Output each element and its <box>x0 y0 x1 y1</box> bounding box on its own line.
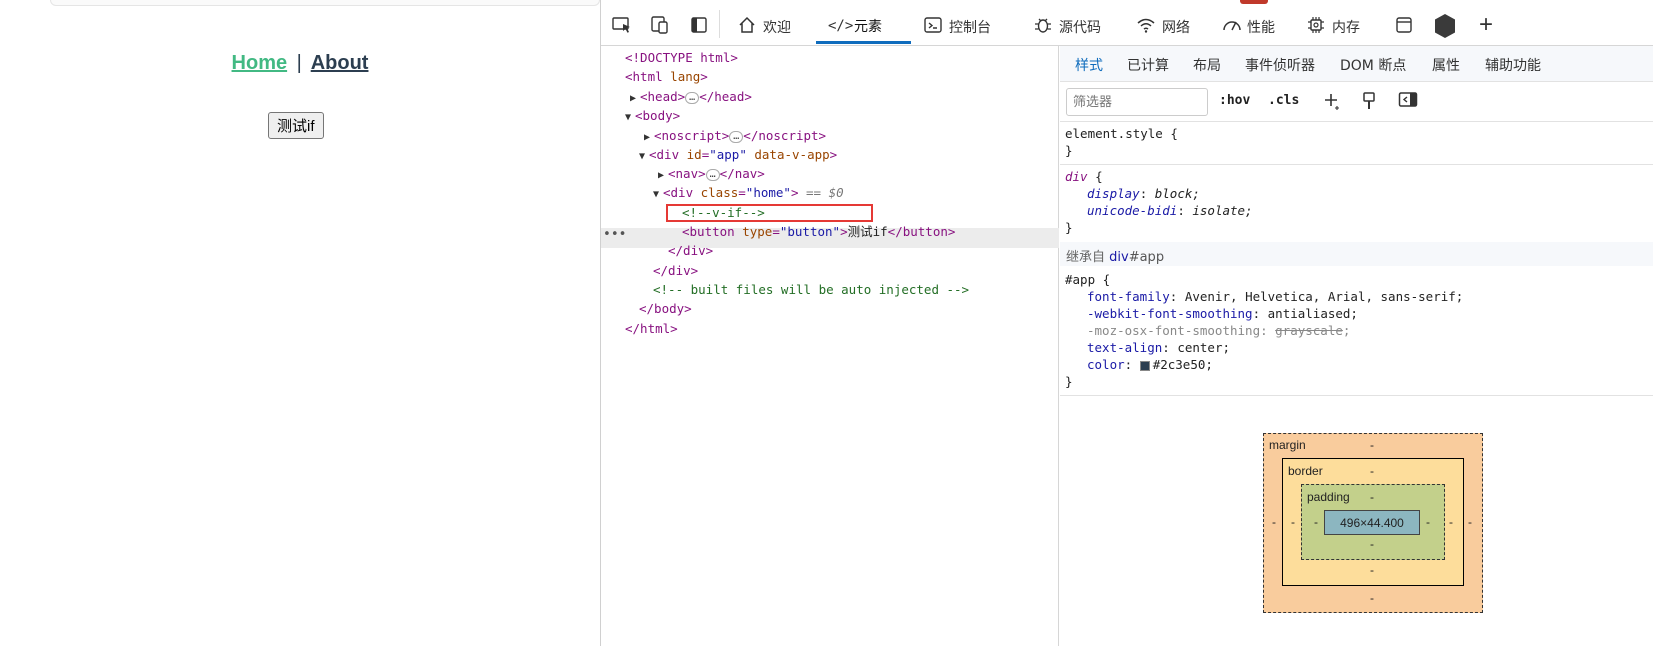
code-icon: </> <box>828 17 854 34</box>
css-property[interactable]: -webkit-font-smoothing: antialiased; <box>1087 305 1358 322</box>
dom-head[interactable]: ▶ <head>… </head> <box>630 87 752 106</box>
dom-nav[interactable]: ▶ <nav>… </nav> <box>658 164 765 183</box>
styles-filter-bar: :hov .cls <box>1060 82 1653 122</box>
dom-body-close[interactable]: </body> <box>639 299 692 318</box>
hov-toggle[interactable]: :hov <box>1219 93 1250 108</box>
css-property[interactable]: color: #2c3e50; <box>1087 356 1213 373</box>
tab-sources[interactable]: 源代码 <box>1033 10 1101 44</box>
add-tab-icon[interactable]: + <box>1475 11 1497 38</box>
css-property[interactable]: text-align: center; <box>1087 339 1230 356</box>
dom-body[interactable]: ▼ <body> <box>625 106 680 125</box>
test-if-button[interactable]: 测试if <box>268 112 324 139</box>
subtab-event-listeners[interactable]: 事件侦听器 <box>1245 55 1315 75</box>
annotation-highlight-box <box>666 204 873 222</box>
gauge-icon <box>1221 16 1241 38</box>
tab-welcome[interactable]: 欢迎 <box>737 10 791 44</box>
row-more-icon[interactable]: ••• <box>603 227 626 242</box>
device-emulation-icon[interactable] <box>649 14 671 36</box>
css-property[interactable]: display: block; <box>1087 185 1200 202</box>
dom-noscript[interactable]: ▶ <noscript>… </noscript> <box>644 126 826 145</box>
box-model-content[interactable]: 496×44.400 <box>1324 510 1420 535</box>
address-bar-edge <box>50 0 600 6</box>
about-link[interactable]: About <box>311 52 369 74</box>
page-viewport: Home | About 测试if <box>0 0 601 646</box>
styles-subtabs: 样式 已计算 布局 事件侦听器 DOM 断点 属性 辅助功能 <box>1060 46 1653 82</box>
dom-div-app[interactable]: ▼ <div id="app" data-v-app> <box>639 145 837 164</box>
css-property[interactable]: unicode-bidi: isolate; <box>1087 202 1253 219</box>
bug-icon <box>1033 16 1053 38</box>
ellipsis-icon[interactable]: … <box>705 168 720 181</box>
styles-pane: 样式 已计算 布局 事件侦听器 DOM 断点 属性 辅助功能 :hov .cls… <box>1060 46 1653 646</box>
dom-html[interactable]: <html lang> <box>625 67 708 86</box>
ellipsis-icon[interactable]: … <box>729 130 744 143</box>
css-property-disabled[interactable]: -moz-osx-font-smoothing: grayscale; <box>1087 322 1350 339</box>
notification-badge <box>1240 0 1268 4</box>
dom-doctype[interactable]: <!DOCTYPE html> <box>625 48 738 67</box>
tab-console[interactable]: 控制台 <box>923 10 991 44</box>
tab-elements[interactable]: </> 元素 <box>816 10 911 44</box>
collapse-triangle-icon[interactable]: ▼ <box>625 108 635 127</box>
console-icon <box>923 16 943 38</box>
chip-icon <box>1306 16 1326 38</box>
dom-div-home[interactable]: ▼ <div class="home"> == $0 <box>653 183 844 202</box>
paint-brush-icon[interactable] <box>1360 91 1378 116</box>
dom-button[interactable]: <button type="button">测试if</button> <box>682 222 955 241</box>
subtab-properties[interactable]: 属性 <box>1432 55 1460 75</box>
nav-separator: | <box>296 52 302 74</box>
rule-app: #app { font-family: Avenir, Helvetica, A… <box>1065 272 1464 389</box>
new-rule-icon[interactable] <box>1322 91 1342 116</box>
subtab-accessibility[interactable]: 辅助功能 <box>1485 55 1541 75</box>
site-nav: Home | About <box>0 52 600 75</box>
inspect-element-icon[interactable] <box>611 14 633 36</box>
ellipsis-icon[interactable]: … <box>685 91 700 104</box>
dom-div-close[interactable]: </div> <box>668 241 713 260</box>
inherited-link[interactable]: div <box>1109 250 1129 265</box>
dom-div-close[interactable]: </div> <box>653 261 698 280</box>
color-swatch[interactable] <box>1139 360 1150 371</box>
subtab-computed[interactable]: 已计算 <box>1127 55 1169 75</box>
collapse-triangle-icon[interactable]: ▼ <box>639 147 649 166</box>
dock-side-icon[interactable] <box>688 14 710 36</box>
window-icon[interactable] <box>1393 14 1415 36</box>
devtools-tabbar: 欢迎 </> 元素 控制台 源代码 网络 性能 内存 + <box>601 0 1653 46</box>
rule-div: div { display: block; unicode-bidi: isol… <box>1065 169 1253 235</box>
elements-tree: ••• <!DOCTYPE html> <html lang> ▶ <head>…… <box>601 46 1059 646</box>
tab-performance[interactable]: 性能 <box>1221 10 1275 44</box>
tab-network[interactable]: 网络 <box>1136 10 1190 44</box>
devtools-panel: 欢迎 </> 元素 控制台 源代码 网络 性能 内存 + ••• <!DOCTY… <box>601 0 1653 646</box>
css-property[interactable]: font-family: Avenir, Helvetica, Arial, s… <box>1087 288 1463 305</box>
wifi-icon <box>1136 16 1156 38</box>
tab-memory[interactable]: 内存 <box>1306 10 1360 44</box>
inherited-from-header: 继承自 div#app <box>1060 242 1653 266</box>
dom-html-close[interactable]: </html> <box>625 319 678 338</box>
selected-marker: == $0 <box>798 185 844 200</box>
home-link[interactable]: Home <box>232 52 288 74</box>
sidebar-toggle-icon[interactable] <box>1398 91 1418 114</box>
collapse-triangle-icon[interactable]: ▼ <box>653 185 663 204</box>
cls-toggle[interactable]: .cls <box>1268 93 1299 108</box>
subtab-styles[interactable]: 样式 <box>1075 55 1103 75</box>
subtab-layout[interactable]: 布局 <box>1193 55 1221 75</box>
subtab-dom-breakpoints[interactable]: DOM 断点 <box>1340 55 1406 75</box>
home-icon <box>737 16 757 38</box>
tool-circle-icon[interactable] <box>1432 13 1458 39</box>
rule-element-style: element.style { } <box>1065 126 1178 158</box>
box-model: 496×44.400 margin border padding - - - -… <box>1263 433 1483 613</box>
dom-built-comment[interactable]: <!-- built files will be auto injected -… <box>653 280 969 299</box>
styles-filter-input[interactable] <box>1066 88 1208 116</box>
